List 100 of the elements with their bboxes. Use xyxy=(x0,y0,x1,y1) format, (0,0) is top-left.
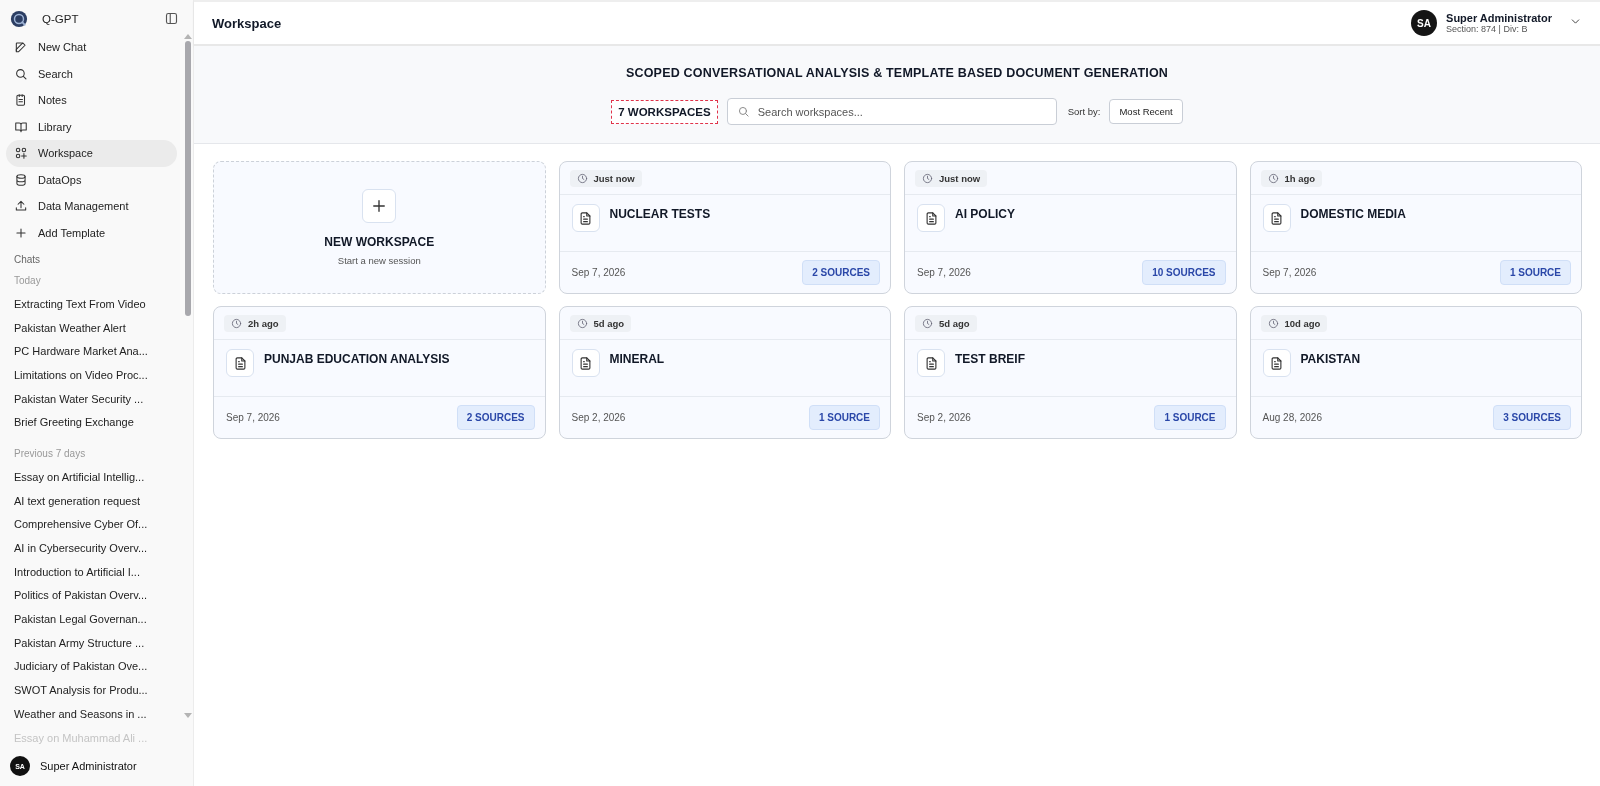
upload-icon xyxy=(14,199,28,214)
sources-badge[interactable]: 1 SOURCE xyxy=(1499,260,1571,285)
document-icon xyxy=(917,204,945,232)
clock-icon xyxy=(576,318,588,329)
sort-dropdown[interactable]: Most Recent xyxy=(1109,99,1183,124)
nav-item[interactable]: Search xyxy=(6,60,177,87)
plus-icon xyxy=(14,225,28,240)
chat-item[interactable]: Weather and Seasons in ... xyxy=(6,702,177,726)
workspace-date: Sep 7, 2026 xyxy=(226,412,280,423)
chat-item[interactable]: Limitations on Video Proc... xyxy=(6,363,177,387)
logo-icon xyxy=(10,10,28,28)
workspace-date: Sep 7, 2026 xyxy=(571,267,626,278)
book-icon xyxy=(14,119,28,134)
time-badge: 1h ago xyxy=(1260,170,1323,187)
sources-badge[interactable]: 2 SOURCES xyxy=(802,260,880,285)
pencil-icon xyxy=(14,40,28,55)
search-field[interactable]: Search workspaces... xyxy=(726,98,1057,125)
group-heading: Today xyxy=(13,274,42,288)
plus-icon xyxy=(362,189,397,223)
workspace-card[interactable]: 5d ago MINERAL Sep 2, 2026 1 SOURCE xyxy=(558,306,891,439)
sources-badge[interactable]: 1 SOURCE xyxy=(1154,405,1226,430)
time-badge: 5d ago xyxy=(915,315,977,332)
clock-icon xyxy=(922,318,933,329)
chat-item[interactable]: Pakistan Weather Alert xyxy=(6,315,177,340)
nav-item[interactable]: Notes xyxy=(6,87,177,114)
group-heading: Previous 7 days xyxy=(13,447,87,462)
workspace-title: AI POLICY xyxy=(955,207,1015,223)
sources-badge[interactable]: 2 SOURCES xyxy=(456,405,535,430)
sources-badge[interactable]: 3 SOURCES xyxy=(1493,405,1571,430)
nav-item[interactable]: Data Management xyxy=(6,193,177,220)
workspace-date: Sep 2, 2026 xyxy=(917,412,971,423)
card-title: NEW WORKSPACE xyxy=(324,235,435,249)
chat-item[interactable]: Comprehensive Cyber Of... xyxy=(6,512,177,537)
sort-label: Sort by: xyxy=(1067,106,1101,117)
chat-item[interactable]: AI in Cybersecurity Overv... xyxy=(6,536,177,560)
nav-item[interactable]: New Chat xyxy=(6,34,177,61)
document-icon xyxy=(571,204,600,232)
workspace-count: 7 WORKSPACES xyxy=(611,99,718,124)
workspace-title: TEST BREIF xyxy=(955,352,1025,368)
document-icon xyxy=(226,349,254,377)
workspace-title: NUCLEAR TESTS xyxy=(609,207,711,223)
workspace-title: DOMESTIC MEDIA xyxy=(1300,207,1406,223)
document-icon xyxy=(1262,349,1291,377)
workspace-card[interactable]: 2h ago PUNJAB EDUCATION ANALYSIS Sep 7, 2026 2 SOURCES xyxy=(213,306,546,439)
section-heading: Chats xyxy=(13,253,42,267)
chat-item[interactable]: AI text generation request xyxy=(6,488,177,513)
chat-item[interactable]: Politics of Pakistan Overv... xyxy=(6,583,177,608)
chat-item[interactable]: Brief Greeting Exchange xyxy=(6,410,177,435)
chat-item[interactable]: Pakistan Army Structure ... xyxy=(6,630,177,655)
nav-item[interactable]: Add Template xyxy=(6,219,177,246)
chat-item[interactable]: Pakistan Water Security ... xyxy=(6,386,177,411)
app-name: Q-GPT xyxy=(42,13,80,25)
workspace-title: PAKISTAN xyxy=(1300,352,1361,368)
workspace-date: Sep 7, 2026 xyxy=(917,267,971,278)
search-icon xyxy=(14,66,28,81)
time-badge: Just now xyxy=(569,170,642,187)
time-badge: 5d ago xyxy=(569,315,632,332)
document-icon xyxy=(571,349,600,377)
nav-item[interactable]: Workspace xyxy=(6,140,177,167)
workspace-card[interactable]: 5d ago TEST BREIF Sep 2, 2026 1 SOURCE xyxy=(904,306,1237,439)
chat-item[interactable]: PC Hardware Market Ana... xyxy=(6,339,177,364)
database-icon xyxy=(14,172,28,187)
new-workspace-card[interactable]: NEW WORKSPACE Start a new session xyxy=(213,161,546,294)
user-name: Super Administrator xyxy=(1446,12,1552,24)
sidebar-toggle-icon[interactable] xyxy=(164,10,179,26)
sources-badge[interactable]: 10 SOURCES xyxy=(1142,260,1226,285)
chat-item[interactable]: Extracting Text From Video xyxy=(6,292,177,316)
sources-badge[interactable]: 1 SOURCE xyxy=(808,405,880,430)
document-icon xyxy=(1262,204,1291,232)
workspace-card[interactable]: Just now NUCLEAR TESTS Sep 7, 2026 2 SOURCES xyxy=(558,161,891,294)
user-name: Super Administrator xyxy=(40,760,137,772)
document-icon xyxy=(917,349,945,377)
chat-item[interactable]: Essay on Artificial Intellig... xyxy=(6,465,177,489)
workspace-card[interactable]: Just now AI POLICY Sep 7, 2026 10 SOURCES xyxy=(904,161,1237,294)
page-title: Workspace xyxy=(212,15,283,31)
chat-item[interactable]: SWOT Analysis for Produ... xyxy=(6,678,177,702)
workspace-card[interactable]: 1h ago DOMESTIC MEDIA Sep 7, 2026 1 SOURCE xyxy=(1249,161,1582,294)
clock-icon xyxy=(1267,173,1279,184)
banner-heading: SCOPED CONVERSATIONAL ANALYSIS & TEMPLATE BASED DOCUMENT GENERATION xyxy=(625,66,1169,80)
search-icon xyxy=(736,105,750,118)
clock-icon xyxy=(231,318,242,329)
workspace-date: Aug 28, 2026 xyxy=(1262,412,1322,423)
time-badge: Just now xyxy=(915,170,988,187)
card-subtitle: Start a new session xyxy=(337,255,421,266)
user-details: Section: 874 | Div: B xyxy=(1446,24,1529,34)
time-badge: 2h ago xyxy=(224,315,286,332)
clock-icon xyxy=(576,173,588,184)
user-avatar[interactable]: SA xyxy=(1411,10,1438,36)
clock-icon xyxy=(922,173,933,184)
workspace-card[interactable]: 10d ago PAKISTAN Aug 28, 2026 3 SOURCES xyxy=(1249,306,1582,439)
workspace-title: MINERAL xyxy=(609,352,665,368)
nav-item[interactable]: DataOps xyxy=(6,166,177,193)
workspace-date: Sep 2, 2026 xyxy=(571,412,626,423)
nav-item[interactable]: Library xyxy=(6,113,177,140)
workspace-title: PUNJAB EDUCATION ANALYSIS xyxy=(264,352,450,368)
chat-item[interactable]: Pakistan Legal Governan... xyxy=(6,607,177,631)
chat-item[interactable]: Introduction to Artificial I... xyxy=(6,559,177,584)
workspace-date: Sep 7, 2026 xyxy=(1262,267,1317,278)
chat-item[interactable]: Judiciary of Pakistan Ove... xyxy=(6,654,177,679)
scrollbar-thumb[interactable] xyxy=(185,41,191,316)
